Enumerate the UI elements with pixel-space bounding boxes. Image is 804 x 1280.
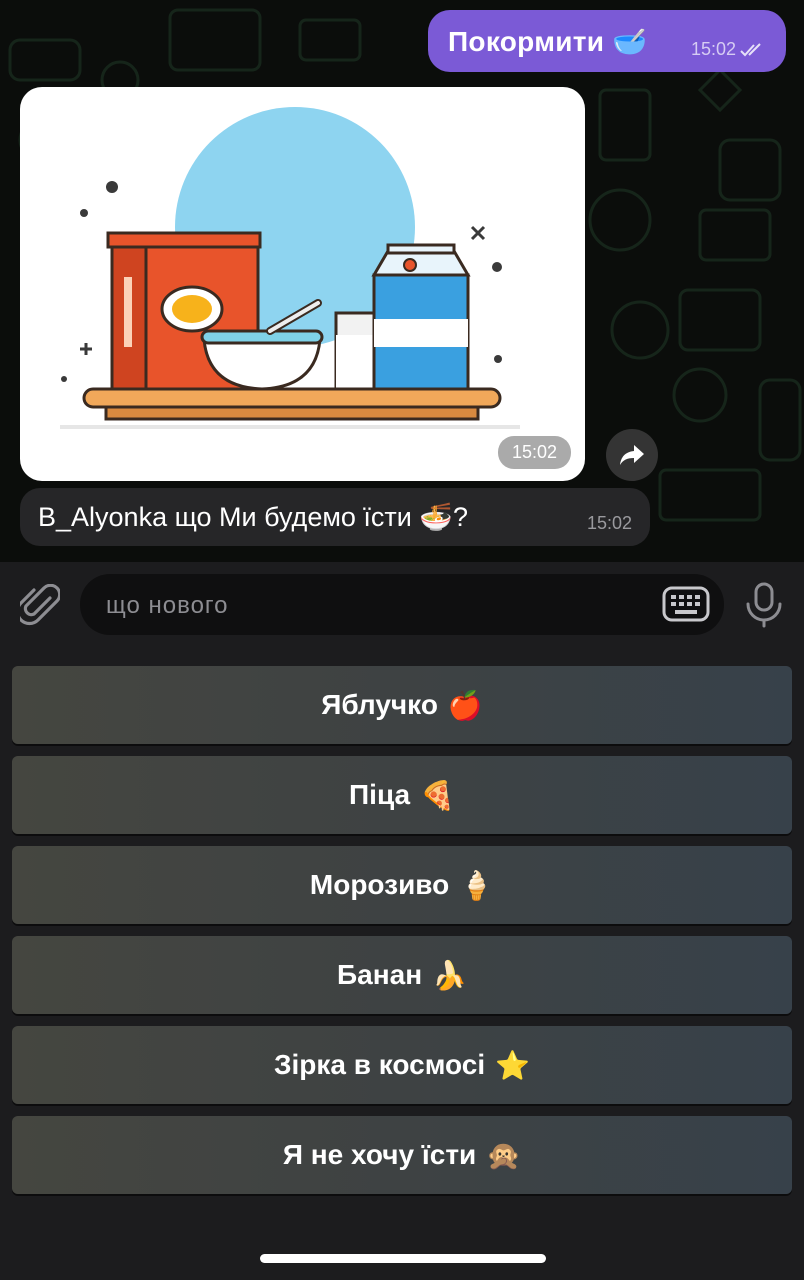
- incoming-message-time: 15:02: [586, 513, 632, 533]
- apple-icon: 🍎: [447, 689, 483, 721]
- paperclip-icon[interactable]: [20, 584, 60, 628]
- outgoing-message-time: 15:02: [690, 39, 736, 59]
- reply-button-label: Морозиво: [309, 869, 450, 900]
- reply-button-label: Яблучко: [321, 689, 438, 720]
- photo-time: 15:02: [497, 436, 571, 469]
- microphone-icon[interactable]: [744, 582, 784, 628]
- reply-button-banana[interactable]: Банан 🍌: [12, 936, 792, 1014]
- share-button[interactable]: [606, 429, 658, 481]
- pizza-icon: 🍕: [420, 779, 455, 811]
- incoming-message[interactable]: B_Alyonka що Ми будемо їсти 🍜? 15:02: [20, 488, 650, 546]
- message-input[interactable]: [104, 574, 648, 637]
- reply-button-not-hungry[interactable]: Я не хочу їсти 🙊: [12, 1116, 792, 1194]
- reply-button-pizza[interactable]: Піца 🍕: [12, 756, 792, 834]
- outgoing-message-meta: 15:02: [691, 39, 766, 60]
- double-check-icon: [740, 42, 761, 56]
- star-icon: ⭐: [495, 1049, 531, 1081]
- incoming-message-text: B_Alyonka що Ми будемо їсти 🍜?: [38, 502, 468, 532]
- message-field[interactable]: [80, 574, 724, 637]
- photo-message[interactable]: 15:02: [20, 87, 585, 481]
- reply-button-label: Я не хочу їсти: [282, 1139, 477, 1170]
- outgoing-message[interactable]: Покормити 🥣 15:02: [428, 10, 786, 72]
- breakfast-illustration: [60, 107, 520, 429]
- home-indicator[interactable]: [260, 1254, 546, 1263]
- ice-cream-icon: 🍦: [459, 869, 495, 901]
- reply-button-label: Банан: [337, 959, 423, 990]
- outgoing-message-text: Покормити 🥣: [448, 25, 648, 57]
- chat-area[interactable]: Покормити 🥣 15:02 15:02 B_Alyonka що Ми …: [0, 0, 804, 562]
- message-input-bar: [0, 562, 804, 646]
- banana-icon: 🍌: [432, 959, 467, 991]
- bot-keyboard-icon[interactable]: [662, 586, 710, 622]
- reply-button-label: Піца: [349, 779, 411, 810]
- monkey-icon: 🙊: [486, 1139, 522, 1171]
- reply-button-label: Зірка в космосі: [273, 1049, 486, 1080]
- reply-keyboard: Яблучко 🍎 Піца 🍕 Морозиво 🍦 Банан 🍌 Зірк…: [0, 646, 804, 1280]
- reply-button-star[interactable]: Зірка в космосі ⭐: [12, 1026, 792, 1104]
- reply-button-icecream[interactable]: Морозиво 🍦: [12, 846, 792, 924]
- reply-button-apple[interactable]: Яблучко 🍎: [12, 666, 792, 744]
- share-arrow-icon: [620, 445, 644, 465]
